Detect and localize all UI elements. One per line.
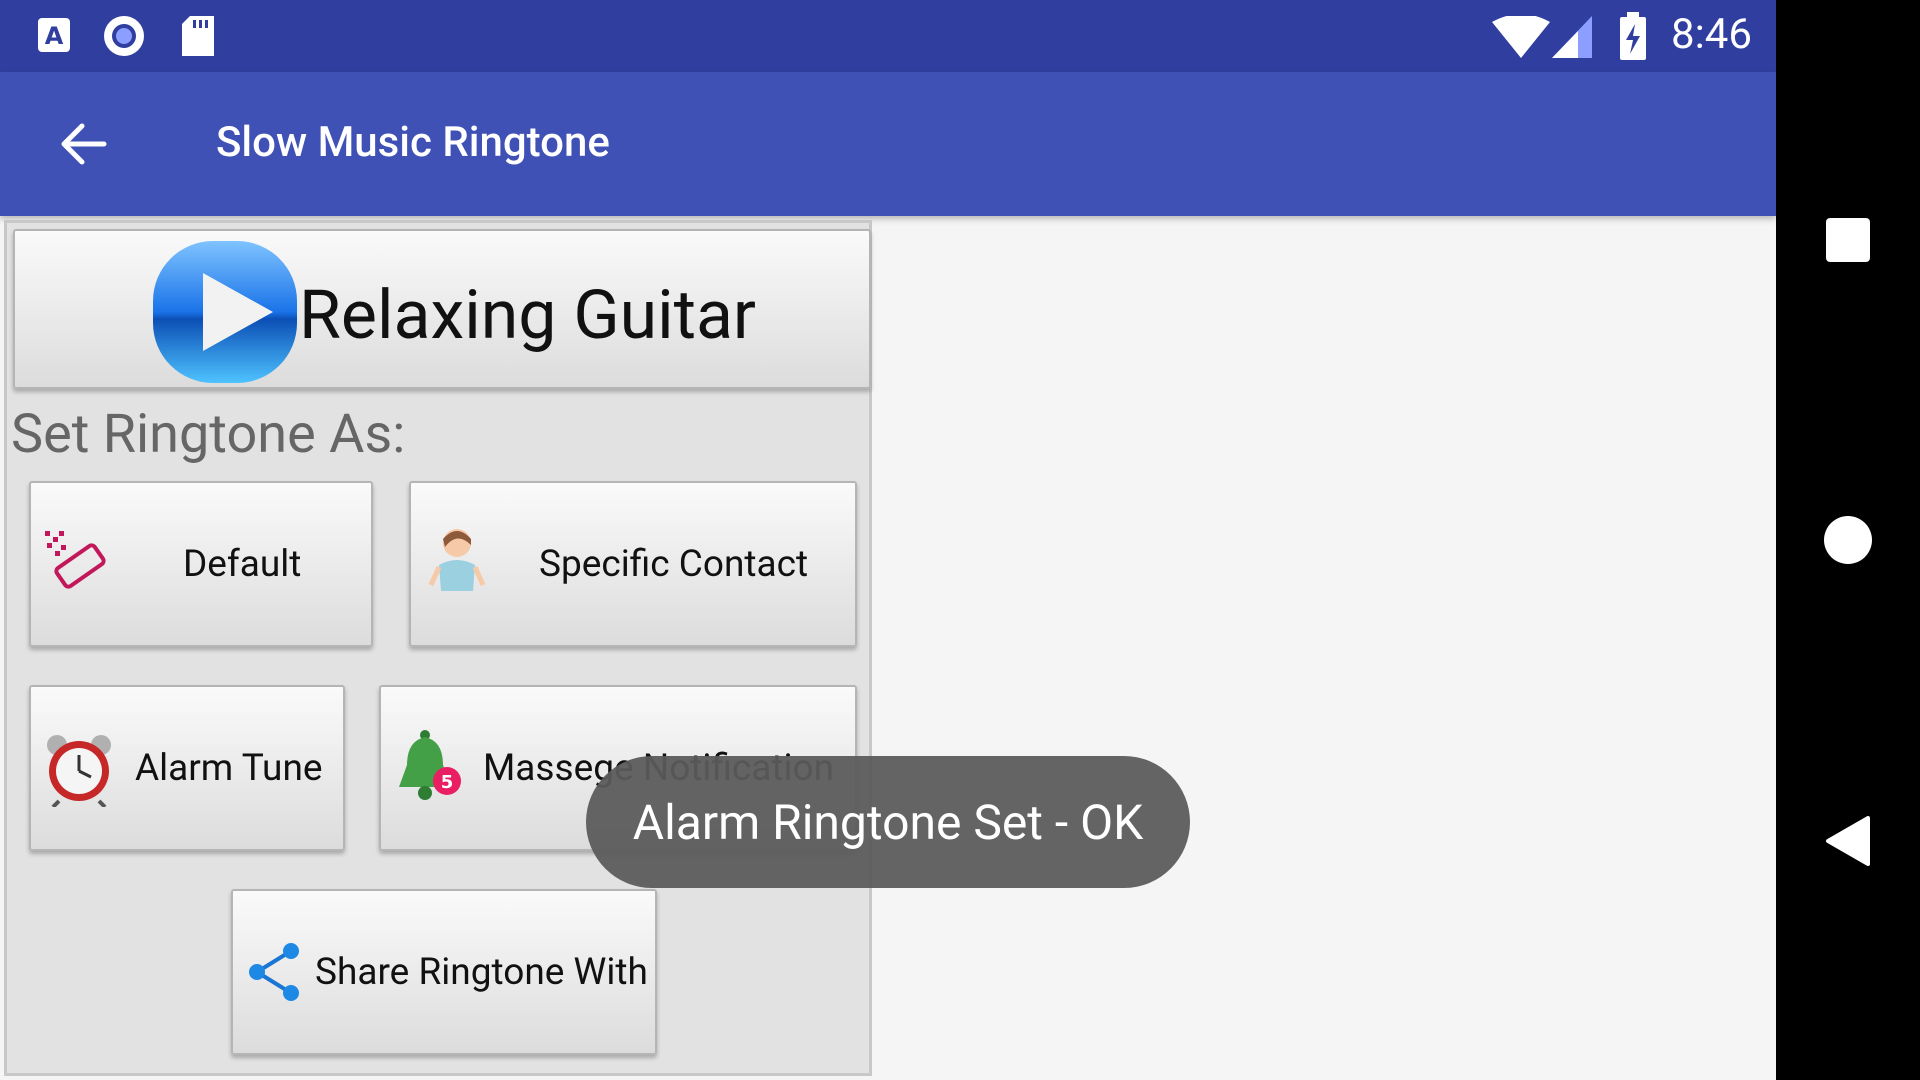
recents-button[interactable] [1776, 216, 1920, 264]
sd-card-icon [180, 14, 216, 62]
share-label: Share Ringtone With [315, 951, 648, 994]
status-bar: A 8:46 [0, 0, 1776, 72]
app-title: Slow Music Ringtone [216, 118, 610, 167]
back-triangle-icon [1826, 816, 1870, 866]
svg-text:5: 5 [441, 772, 454, 793]
home-icon [1824, 516, 1872, 564]
contact-label: Specific Contact [539, 543, 809, 586]
svg-text:A: A [45, 22, 64, 50]
alarm-clock-icon [43, 731, 115, 811]
alarm-label: Alarm Tune [135, 747, 323, 790]
play-track-button[interactable]: Relaxing Guitar [13, 229, 871, 389]
play-icon [151, 239, 299, 389]
status-time: 8:46 [1671, 10, 1752, 59]
toast-message: Alarm Ringtone Set - OK [586, 756, 1190, 888]
home-button[interactable] [1776, 514, 1920, 566]
track-name: Relaxing Guitar [299, 275, 756, 355]
set-contact-button[interactable]: Specific Contact [409, 481, 857, 647]
cell-signal-icon [1552, 16, 1594, 62]
notification-bell-icon: 5 [395, 729, 465, 809]
back-button[interactable] [1776, 816, 1920, 866]
person-icon [427, 525, 487, 605]
default-label: Default [183, 543, 302, 586]
share-ringtone-button[interactable]: Share Ringtone With [231, 889, 657, 1055]
record-icon [102, 14, 146, 62]
phone-ringing-icon [43, 529, 119, 597]
back-arrow-icon[interactable] [56, 116, 112, 176]
recents-icon [1826, 218, 1870, 262]
set-alarm-button[interactable]: Alarm Tune [29, 685, 345, 851]
share-icon [245, 941, 303, 1007]
app-bar: Slow Music Ringtone [0, 72, 1776, 216]
ringtone-panel: Relaxing Guitar Set Ringtone As: Default… [4, 220, 872, 1076]
battery-charging-icon [1618, 12, 1648, 66]
set-default-button[interactable]: Default [29, 481, 373, 647]
wifi-icon [1492, 14, 1550, 62]
keyboard-icon: A [36, 14, 72, 58]
set-ringtone-label: Set Ringtone As: [11, 403, 406, 466]
system-nav-bar [1776, 0, 1920, 1080]
